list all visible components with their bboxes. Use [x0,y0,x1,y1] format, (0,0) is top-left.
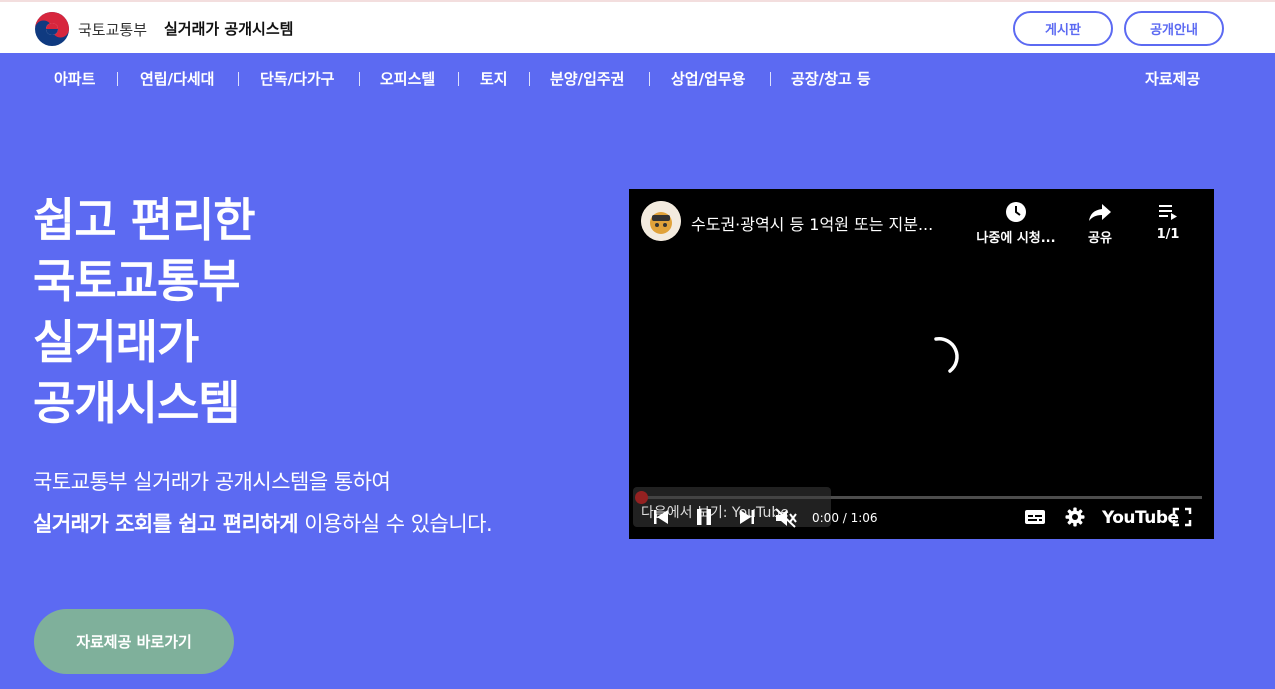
hero-title-line: 공개시스템 [33,376,241,430]
hero-description-rest: 이용하실 수 있습니다. [298,512,493,536]
youtube-logo[interactable]: YouTube [1102,508,1179,528]
clock-icon [1006,202,1026,222]
video-title[interactable]: 수도권·광역시 등 1억원 또는 지분... [691,211,933,235]
subtitles-icon[interactable] [1024,507,1046,527]
loading-spinner-icon [934,337,959,373]
nav-divider [458,72,459,86]
pause-icon[interactable] [694,507,714,527]
nav-item-detached-house[interactable]: 단독/다가구 [260,68,334,89]
previous-icon[interactable] [651,507,671,527]
nav-divider [117,72,118,86]
youtube-video-player[interactable]: 수도권·광역시 등 1억원 또는 지분... 나중에 시청... 공유 1/1 … [629,189,1214,539]
nav-divider [770,72,771,86]
nav-item-data-provision[interactable]: 자료제공 [1145,68,1200,89]
nav-item-land[interactable]: 토지 [480,68,508,89]
next-icon[interactable] [737,507,757,527]
nav-item-row-house[interactable]: 연립/다세대 [140,68,214,89]
nav-item-officetel[interactable]: 오피스텔 [380,68,435,89]
nav-divider [649,72,650,86]
fullscreen-icon[interactable] [1172,507,1192,527]
system-title[interactable]: 실거래가 공개시스템 [164,18,293,39]
share-icon [1089,204,1111,221]
hero-description-line2: 실거래가 조회를 쉽고 편리하게 이용하실 수 있습니다. [33,508,493,538]
ministry-name[interactable]: 국토교통부 [78,19,147,40]
channel-avatar[interactable] [641,201,681,241]
nav-divider [529,72,530,86]
nav-item-commercial[interactable]: 상업/업무용 [671,68,745,89]
hero-title-line: 국토교통부 [33,254,241,308]
hero-title-line: 쉽고 편리한 [33,193,256,247]
main-nav: 아파트 연립/다세대 단독/다가구 오피스텔 토지 분양/입주권 상업/업무용 … [0,53,1275,103]
hero-title: 쉽고 편리한 국토교통부 실거래가 공개시스템 [33,190,256,434]
government-logo-icon[interactable] [34,11,70,47]
share-label: 공유 [1088,231,1112,246]
video-time: 0:00 / 1:06 [812,511,878,525]
nav-item-factory[interactable]: 공장/창고 등 [791,68,871,89]
nav-item-presale[interactable]: 분양/입주권 [550,68,624,89]
playlist-count: 1/1 [1156,227,1180,242]
hero-description-emphasis: 실거래가 조회를 쉽고 편리하게 [33,512,299,536]
nav-divider [359,72,360,86]
watch-later-label: 나중에 시청... [976,231,1056,246]
hero-title-line: 실거래가 [33,315,199,369]
board-button[interactable]: 게시판 [1013,11,1113,46]
nav-divider [238,72,239,86]
data-provision-cta-button[interactable]: 자료제공 바로가기 [34,609,234,674]
playlist-button[interactable]: 1/1 [1123,201,1213,242]
mute-icon[interactable] [774,507,798,529]
hero-description-line1: 국토교통부 실거래가 공개시스템을 통하여 [33,470,391,494]
disclosure-guide-button[interactable]: 공개안내 [1124,11,1224,46]
nav-item-apartment[interactable]: 아파트 [54,68,95,89]
top-header: 국토교통부 실거래가 공개시스템 게시판 공개안내 [0,0,1275,53]
playlist-icon [1159,205,1177,220]
settings-gear-icon[interactable] [1065,507,1085,527]
watch-later-button[interactable]: 나중에 시청... [971,201,1061,246]
